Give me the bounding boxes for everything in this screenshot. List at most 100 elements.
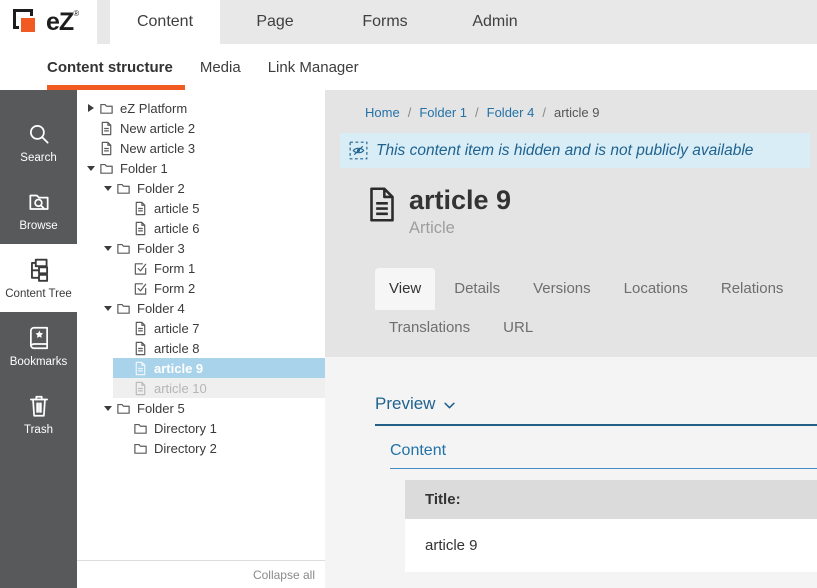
subnav-media[interactable]: Media — [200, 59, 241, 76]
sidebar-item-label: Bookmarks — [10, 356, 68, 368]
tree-item-directory-1[interactable]: Directory 1 — [113, 418, 325, 438]
breadcrumb-home-link[interactable]: Home — [365, 105, 400, 120]
tab-details[interactable]: Details — [440, 268, 514, 310]
folder-icon — [99, 101, 114, 116]
collapse-icon[interactable] — [104, 398, 116, 418]
tree-item-directory-2[interactable]: Directory 2 — [113, 438, 325, 458]
tab-page[interactable]: Page — [220, 0, 330, 44]
browse-icon — [26, 189, 52, 215]
left-sidebar: Search Browse Content Tree Bookmarks Tra… — [0, 90, 77, 588]
content-tree-icon — [26, 257, 52, 283]
tab-versions[interactable]: Versions — [519, 268, 605, 310]
ez-logo[interactable]: eZ® — [0, 0, 97, 44]
field-name-header: Title: — [405, 480, 817, 519]
sidebar-item-trash[interactable]: Trash — [0, 380, 77, 448]
article-icon — [133, 221, 148, 236]
tree-item-label: article 10 — [154, 381, 207, 396]
sidebar-item-bookmarks[interactable]: Bookmarks — [0, 312, 77, 380]
breadcrumb-folder-1-link[interactable]: Folder 1 — [419, 105, 467, 120]
tree-item-form-2[interactable]: Form 2 — [113, 278, 325, 298]
ez-logo-text: eZ® — [46, 8, 79, 37]
collapse-icon[interactable] — [104, 298, 116, 318]
expander-spacer — [87, 118, 99, 138]
subnav-content-structure[interactable]: Content structure — [47, 59, 173, 76]
chevron-down-icon — [444, 402, 455, 409]
article-icon — [133, 361, 148, 376]
breadcrumb-separator: / — [475, 105, 479, 120]
content-tree-panel: eZ Platform New article 2 New article 3 … — [77, 90, 325, 588]
breadcrumb-folder-4-link[interactable]: Folder 4 — [487, 105, 535, 120]
tree-item-new-article-3[interactable]: New article 3 — [79, 138, 325, 158]
content-tabs-row-2: Translations URL — [375, 310, 817, 346]
sidebar-item-search[interactable]: Search — [0, 108, 77, 176]
tree-item-article-8[interactable]: article 8 — [113, 338, 325, 358]
tab-view[interactable]: View — [375, 268, 435, 310]
expander-spacer — [121, 318, 133, 338]
tab-relations[interactable]: Relations — [707, 268, 798, 310]
expander-spacer — [121, 378, 133, 398]
breadcrumb-separator: / — [542, 105, 546, 120]
tree-item-label: Directory 1 — [154, 421, 217, 436]
tree-item-new-article-2[interactable]: New article 2 — [79, 118, 325, 138]
notice-text: This content item is hidden and is not p… — [376, 142, 753, 160]
tree-item-article-10-hidden[interactable]: article 10 — [113, 378, 325, 398]
tree-item-label: article 9 — [154, 361, 203, 376]
field-value-row: article 9 — [405, 519, 817, 572]
preview-section-toggle[interactable]: Preview — [375, 394, 817, 426]
folder-icon — [116, 181, 131, 196]
form-icon — [133, 261, 148, 276]
field-table: Title: article 9 — [405, 480, 817, 572]
bookmarks-icon — [26, 325, 52, 351]
tree-item-article-7[interactable]: article 7 — [113, 318, 325, 338]
tree-item-label: Folder 4 — [137, 301, 185, 316]
tree-item-label: Folder 5 — [137, 401, 185, 416]
preview-section-label: Preview — [375, 394, 435, 414]
tree-item-label: article 8 — [154, 341, 200, 356]
article-icon — [133, 321, 148, 336]
tree-item-folder-4[interactable]: Folder 4 — [96, 298, 325, 318]
tree-item-folder-1[interactable]: Folder 1 — [79, 158, 325, 178]
sidebar-item-browse[interactable]: Browse — [0, 176, 77, 244]
content-section-label: Content — [390, 442, 817, 469]
field-name: Title: — [425, 491, 461, 508]
ez-logo-icon — [13, 9, 40, 36]
collapse-icon[interactable] — [104, 178, 116, 198]
tab-url[interactable]: URL — [489, 310, 547, 346]
content-header: Home / Folder 1 / Folder 4 / article 9 T… — [325, 90, 817, 357]
tree-item-label: Folder 2 — [137, 181, 185, 196]
tab-forms[interactable]: Forms — [330, 0, 440, 44]
expander-spacer — [121, 358, 133, 378]
article-icon — [133, 201, 148, 216]
sidebar-item-content-tree[interactable]: Content Tree — [0, 244, 77, 312]
expand-icon[interactable] — [87, 98, 99, 118]
sidebar-item-label: Trash — [24, 424, 53, 436]
subnav-link-manager[interactable]: Link Manager — [268, 59, 359, 76]
tree-item-article-5[interactable]: article 5 — [113, 198, 325, 218]
sidebar-item-label: Content Tree — [5, 288, 71, 300]
tab-locations[interactable]: Locations — [610, 268, 702, 310]
tree-item-article-9-selected[interactable]: article 9 — [113, 358, 325, 378]
sidebar-item-label: Browse — [19, 220, 57, 232]
main-row: Search Browse Content Tree Bookmarks Tra… — [0, 90, 817, 588]
form-icon — [133, 281, 148, 296]
collapse-all-button[interactable]: Collapse all — [253, 568, 315, 582]
expander-spacer — [121, 258, 133, 278]
tree-item-article-6[interactable]: article 6 — [113, 218, 325, 238]
tab-translations[interactable]: Translations — [375, 310, 484, 346]
expander-spacer — [121, 198, 133, 218]
tab-content[interactable]: Content — [110, 0, 220, 44]
tree-item-ez-platform[interactable]: eZ Platform — [79, 98, 325, 118]
tree-item-folder-5[interactable]: Folder 5 — [96, 398, 325, 418]
top-bar: eZ® Content Page Forms Admin — [0, 0, 817, 44]
sidebar-item-label: Search — [20, 152, 56, 164]
article-icon — [133, 381, 148, 396]
content-type-label: Article — [409, 219, 511, 238]
tree-item-folder-3[interactable]: Folder 3 — [96, 238, 325, 258]
tree-item-folder-2[interactable]: Folder 2 — [96, 178, 325, 198]
tab-admin[interactable]: Admin — [440, 0, 550, 44]
collapse-icon[interactable] — [87, 158, 99, 178]
collapse-icon[interactable] — [104, 238, 116, 258]
hidden-content-notice: This content item is hidden and is not p… — [340, 133, 810, 168]
tree-item-form-1[interactable]: Form 1 — [113, 258, 325, 278]
breadcrumb-current-item: article 9 — [554, 105, 600, 120]
